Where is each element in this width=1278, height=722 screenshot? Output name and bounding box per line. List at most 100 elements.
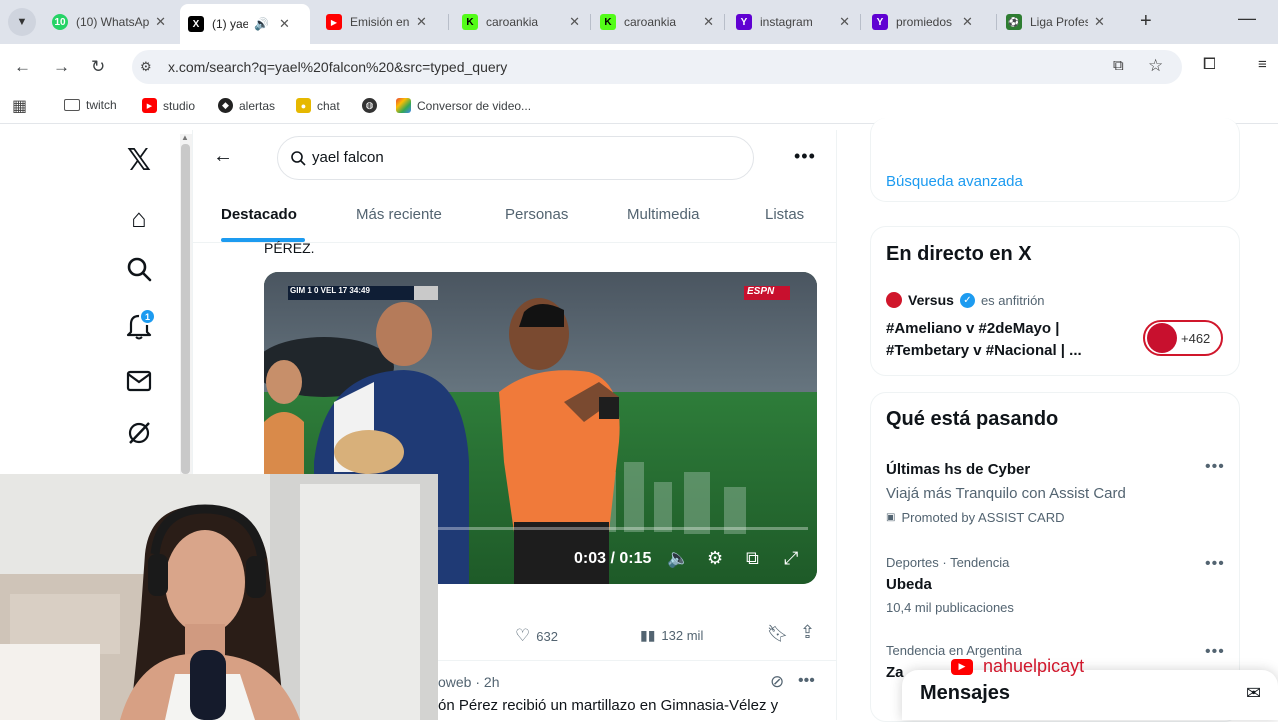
advanced-search-link[interactable]: Búsqueda avanzada [886,173,1023,190]
messages-envelope-icon[interactable] [124,368,154,399]
browser-tab-promiedos[interactable]: Y promiedos ✕ [864,6,994,38]
scroll-up-arrow-icon[interactable]: ▲ [181,133,189,142]
close-icon[interactable]: ✕ [155,14,166,30]
envelope-glyph [126,370,152,392]
bookmark-alertas[interactable]: ◆ alertas [218,98,275,113]
browser-tab-youtube[interactable]: ▶ Emisión en directo ✕ [318,6,444,38]
column-divider-right [836,130,837,720]
tab-personas[interactable]: Personas [505,206,568,223]
trend-name[interactable]: Za [886,664,904,681]
bookmark-globe[interactable]: ◍ [362,98,383,113]
search-query-text[interactable]: yael falcon [312,149,384,166]
x-logo-icon[interactable]: 𝕏 [124,143,154,178]
close-icon[interactable]: ✕ [1094,14,1105,30]
tab-mas-reciente[interactable]: Más reciente [356,206,442,223]
reading-list-icon[interactable]: ≡ [1258,56,1267,73]
more-options-icon[interactable]: ••• [1205,555,1225,573]
volume-icon[interactable]: 🔈 [667,548,689,569]
reload-icon[interactable]: ↻ [91,57,105,77]
bookmark-studio[interactable]: ▶ studio [142,98,195,113]
apps-grid-icon[interactable]: ▦ [12,96,27,116]
fullscreen-icon[interactable]: ⤢ [784,548,798,569]
trend-name[interactable]: Últimas hs de Cyber [886,461,1030,478]
more-options-icon[interactable]: ••• [798,672,815,690]
tab-label: Emisión en directo [350,15,410,29]
new-tab-button[interactable]: + [1140,10,1152,33]
tab-listas[interactable]: Listas [765,206,804,223]
trend-name[interactable]: Ubeda [886,576,932,593]
yahoo-icon: Y [872,14,888,30]
minimize-window-button[interactable]: — [1238,8,1256,29]
bookmark-chat[interactable]: ● chat [296,98,340,113]
new-message-icon[interactable]: ✉ [1246,683,1261,704]
tab-multimedia[interactable]: Multimedia [627,206,700,223]
more-options-icon[interactable]: ••• [1205,643,1225,661]
live-avatar [1147,323,1177,353]
bookmark-label: Conversor de video... [417,98,532,113]
extensions-icon[interactable]: ⧠ [1203,56,1216,74]
view-count: 132 mil [661,628,704,643]
picture-in-picture-icon[interactable]: ⧉ [746,548,759,569]
bookmark-label: chat [317,98,340,113]
messages-drawer-title[interactable]: Mensajes [920,682,1010,705]
close-icon[interactable]: ✕ [279,16,290,32]
more-options-icon[interactable]: ••• [1205,458,1225,476]
share-icon[interactable]: ⇪ [800,622,815,643]
speaker-icon[interactable]: 🔊 [254,17,269,31]
close-icon[interactable]: ✕ [703,14,714,30]
forward-arrow-icon[interactable]: → [53,57,70,77]
back-arrow-icon[interactable]: ← [213,145,233,168]
like-button[interactable]: ♡ 632 [515,626,558,646]
tab-label: Liga Profesional [1030,15,1088,29]
whats-happening-title: Qué está pasando [886,408,1059,430]
back-arrow-icon[interactable]: ← [14,57,31,77]
browser-tab-kick-2[interactable]: K caroankia ✕ [592,6,722,38]
live-host-row[interactable]: Versus ✓ es anfitrión [886,292,1045,308]
settings-gear-icon[interactable]: ⚙ [707,548,723,569]
notification-badge: 1 [139,308,156,325]
site-info-icon[interactable]: ⚙ [140,59,152,75]
search-glyph [127,257,152,282]
trend-post-count: 10,4 mil publicaciones [886,600,1014,615]
live-title-line-2[interactable]: #Tembetary v #Nacional | ... [886,342,1082,359]
globe-icon: ◍ [362,98,377,113]
converter-icon [396,98,411,113]
tab-separator [996,14,997,30]
trend-description: Viajá más Tranquilo con Assist Card [886,485,1126,502]
install-app-icon[interactable]: ⧉ [1113,57,1124,74]
tab-separator [448,14,449,30]
grok-icon[interactable]: ⊘ [770,672,784,692]
browser-tab-kick-1[interactable]: K caroankia ✕ [454,6,588,38]
live-host-role: es anfitrión [980,292,1045,308]
like-count: 632 [536,628,558,644]
more-options-icon[interactable]: ••• [794,146,816,167]
bookmark-star-icon[interactable]: ☆ [1148,56,1163,76]
yahoo-icon: Y [736,14,752,30]
live-listeners-pill[interactable]: +462 [1143,320,1223,356]
live-host-name: Versus [908,292,954,308]
close-icon[interactable]: ✕ [416,14,427,30]
bookmark-twitch[interactable]: twitch [64,98,117,112]
tab-destacado[interactable]: Destacado [221,206,297,223]
bookmark-icon[interactable]: 🔖︎ [767,624,789,644]
browser-tab-instagram[interactable]: Y instagram ✕ [728,6,858,38]
grok-icon[interactable] [124,420,154,453]
search-icon[interactable] [124,256,154,289]
close-icon[interactable]: ✕ [569,14,580,30]
tab-search-button[interactable]: ▼ [8,8,36,36]
browser-tab-x-active[interactable]: X (1) yael falcon 🔊 ✕ [180,4,310,44]
browser-tab-liga[interactable]: ⚽ Liga Profesional ✕ [998,6,1128,38]
bookmark-converter[interactable]: Conversor de video... [396,98,531,113]
kick-icon: K [462,14,478,30]
browser-tab-strip: ▼ 10 (10) WhatsApp ✕ X (1) yael falcon 🔊… [0,0,1278,44]
views-button[interactable]: ▮▮ 132 mil [640,627,703,644]
browser-tab-whatsapp[interactable]: 10 (10) WhatsApp ✕ [44,6,174,38]
scrollbar-thumb[interactable] [181,144,190,474]
url-text[interactable]: x.com/search?q=yael%20falcon%20&src=type… [168,59,507,75]
tab-label: instagram [760,15,813,29]
live-title-line-1[interactable]: #Ameliano v #2deMayo | [886,320,1059,337]
home-icon[interactable]: ⌂ [124,203,154,234]
bookmark-label: alertas [239,98,276,113]
close-icon[interactable]: ✕ [839,14,850,30]
close-icon[interactable]: ✕ [962,14,973,30]
